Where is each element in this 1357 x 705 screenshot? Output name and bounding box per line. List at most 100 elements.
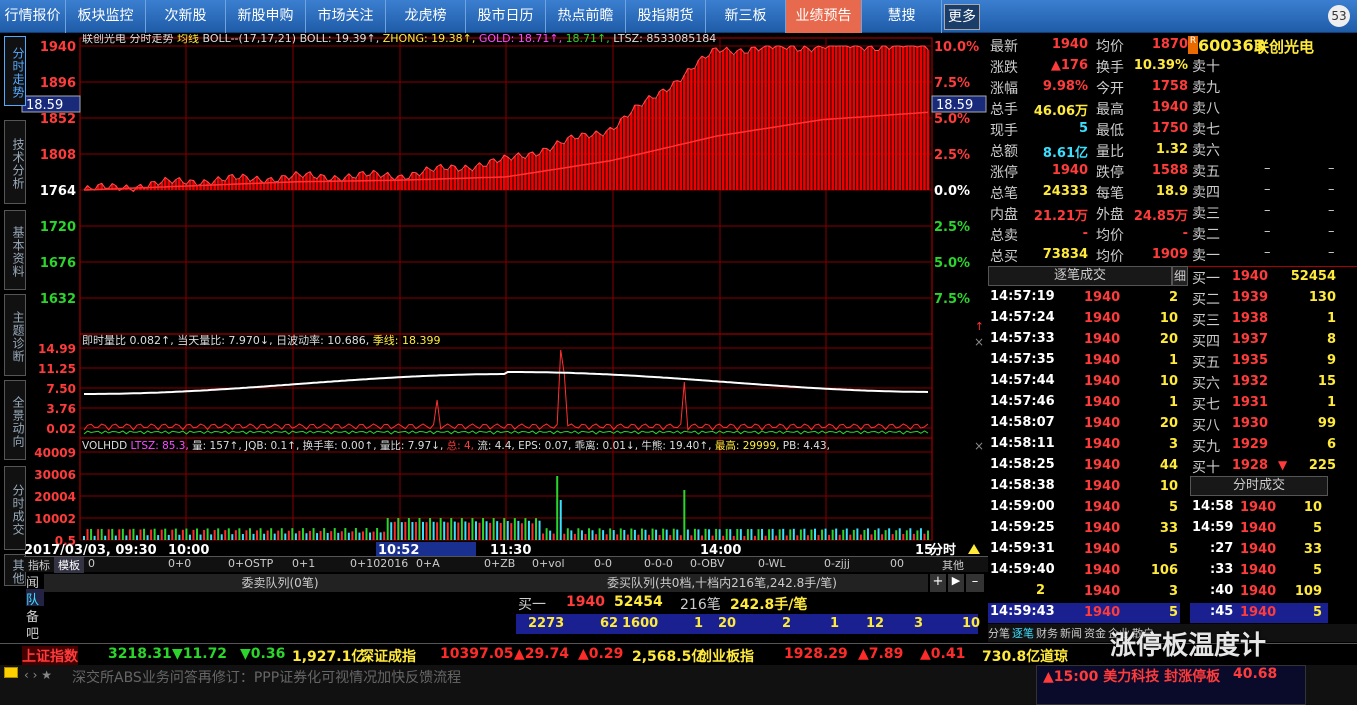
indicator-tab-5[interactable]: 0+1: [288, 557, 319, 570]
close-icon[interactable]: ×: [974, 335, 984, 349]
indicator-tab-2[interactable]: 0: [84, 557, 99, 570]
queue-side-tab-0[interactable]: 闻: [26, 572, 44, 591]
nav-tab-6[interactable]: 股市日历: [466, 0, 546, 33]
nav-tab-10[interactable]: 业绩预告: [786, 0, 862, 33]
trade-row[interactable]: 14:58:38 1940 10: [988, 477, 1180, 497]
trade-row[interactable]: 14:59:25 1940 33: [988, 519, 1180, 539]
indicator-tab-15[interactable]: 00: [886, 557, 908, 570]
nav-tab-4[interactable]: 市场关注: [306, 0, 386, 33]
nav-tab-9[interactable]: 新三板: [706, 0, 786, 33]
nav-tab-3[interactable]: 新股申购: [226, 0, 306, 33]
trade-row[interactable]: 14:59:31 1940 5: [988, 540, 1180, 560]
nav-arrows-icon[interactable]: ‹ › ★: [24, 668, 52, 682]
trades-detail-button[interactable]: 细: [1172, 266, 1188, 286]
side-tab-4[interactable]: 全景动向: [4, 380, 26, 460]
nav-tab-7[interactable]: 热点前瞻: [546, 0, 626, 33]
side-tab-3[interactable]: 主题诊断: [4, 294, 26, 376]
sell-level-label: 卖一: [1192, 248, 1220, 264]
indicator-tab-0[interactable]: 指标: [24, 557, 54, 573]
indicator-tab-8[interactable]: 0+ZB: [480, 557, 519, 570]
sell-level-label: 卖四: [1192, 185, 1220, 201]
stat-label: 换手: [1096, 60, 1124, 76]
indicator-tab-13[interactable]: 0-WL: [754, 557, 790, 570]
sh-index-name[interactable]: 上证指数: [22, 646, 78, 666]
trade-row[interactable]: 14:57:19 1940 2: [988, 288, 1180, 308]
side-tab-2[interactable]: 基本资料: [4, 210, 26, 290]
queue-side-tab-2[interactable]: 备: [26, 606, 44, 625]
quote-tab-0[interactable]: 分笔: [988, 625, 1010, 641]
trade-volume: 3: [1168, 437, 1178, 452]
ratio-axis-label: 14.99: [38, 342, 76, 356]
play-icon[interactable]: ▶: [948, 574, 964, 592]
mini-trade-row[interactable]: :40 1940 109: [1190, 582, 1328, 602]
trade-row[interactable]: 14:59:00 1940 5: [988, 498, 1180, 518]
scroll-up-icon[interactable]: ↑: [975, 320, 984, 333]
trade-row[interactable]: 2 1940 3: [988, 582, 1180, 602]
nav-tab-8[interactable]: 股指期货: [626, 0, 706, 33]
indicator-tab-4[interactable]: 0+OSTP: [224, 557, 277, 570]
queue-side-tab-1[interactable]: 队: [26, 589, 44, 608]
nav-more-button[interactable]: 更多: [944, 4, 980, 30]
sz-index-name[interactable]: 深证成指: [360, 646, 416, 666]
news-headline[interactable]: 深交所ABS业务问答再修订：PPP证券化可视情况加快反馈流程: [72, 667, 461, 687]
mini-trade-row[interactable]: :27 1940 33: [1190, 540, 1328, 560]
indicator-tab-9[interactable]: 0+vol: [528, 557, 569, 570]
nav-tab-1[interactable]: 板块监控: [66, 0, 146, 33]
mini-trade-row[interactable]: 14:58 1940 10: [1190, 498, 1328, 518]
nav-tab-5[interactable]: 龙虎榜: [386, 0, 466, 33]
stock-name: 联创光电: [1254, 38, 1315, 56]
queue-side-tab-3[interactable]: 吧: [26, 623, 44, 642]
alert-box[interactable]: ▲15:00 美力科技 封涨停板 40.68: [1036, 665, 1306, 705]
trade-time: 14:59:25: [990, 520, 1055, 535]
indicator-tab-11[interactable]: 0-0-0: [640, 557, 677, 570]
close-icon[interactable]: ×: [974, 439, 984, 453]
trade-row[interactable]: 14:58:11 1940 3: [988, 435, 1180, 455]
indicator-tab-10[interactable]: 0-0: [590, 557, 616, 570]
trade-row[interactable]: 14:58:07 1940 20: [988, 414, 1180, 434]
side-tab-0[interactable]: 分时走势: [4, 36, 26, 106]
trade-row[interactable]: 14:59:40 1940 106: [988, 561, 1180, 581]
buy-level-volume: 8: [1326, 332, 1336, 347]
trade-row[interactable]: 14:57:33 1940 20: [988, 330, 1180, 350]
minus-button[interactable]: –: [966, 574, 984, 592]
indicator-tab-7[interactable]: 0+A: [412, 557, 444, 570]
trade-row[interactable]: 14:57:35 1940 1: [988, 351, 1180, 371]
stat-value: 18.9: [1155, 184, 1188, 199]
quote-tab-1[interactable]: 逐笔: [1012, 625, 1034, 641]
side-tab-5[interactable]: 分时成交: [4, 466, 26, 550]
trade-row[interactable]: 14:59:43 1940 5: [988, 603, 1180, 623]
quote-tab-3[interactable]: 新闻: [1060, 625, 1082, 641]
mail-icon[interactable]: [4, 667, 18, 678]
indicator-tab-12[interactable]: 0-OBV: [686, 557, 729, 570]
indicator-tab-1[interactable]: 模板: [54, 557, 84, 573]
trade-row[interactable]: 14:57:46 1940 1: [988, 393, 1180, 413]
side-tab-6[interactable]: 其他: [4, 554, 26, 586]
mini-trade-row[interactable]: 14:59 1940 5: [1190, 519, 1328, 539]
quote-tab-4[interactable]: 资金: [1084, 625, 1106, 641]
nav-tab-0[interactable]: 行情报价: [0, 0, 66, 33]
cy-index-name[interactable]: 创业板指: [698, 646, 754, 666]
quote-tab-2[interactable]: 财务: [1036, 625, 1058, 641]
stat-label: 均价: [1096, 39, 1124, 55]
trade-row[interactable]: 14:57:44 1940 10: [988, 372, 1180, 392]
indicator-tab-16[interactable]: 其他: [938, 557, 968, 573]
side-tab-1[interactable]: 技术分析: [4, 120, 26, 204]
nav-tab-11[interactable]: 慧搜: [862, 0, 942, 33]
indicator-tab-3[interactable]: 0+0: [164, 557, 195, 570]
ratio-axis-label: 3.76: [46, 402, 76, 416]
price-axis-label: 1764: [40, 184, 76, 199]
trade-row[interactable]: 14:58:25 1940 44: [988, 456, 1180, 476]
nav-tab-2[interactable]: 次新股: [146, 0, 226, 33]
trade-price: 1940: [1084, 479, 1121, 494]
indicator-tab-6[interactable]: 0+102016: [346, 557, 412, 570]
window-badge[interactable]: 53: [1328, 5, 1350, 27]
indicator-tab-14[interactable]: 0-zjjj: [820, 557, 854, 570]
stat-label: 量比: [1096, 144, 1124, 160]
mini-trade-row[interactable]: :33 1940 5: [1190, 561, 1328, 581]
dj-index-name[interactable]: 道琼: [1040, 646, 1068, 666]
mini-trade-row[interactable]: :45 1940 5: [1190, 603, 1328, 623]
trade-row[interactable]: 14:57:24 1940 10: [988, 309, 1180, 329]
period-toggle-icon[interactable]: [968, 544, 980, 554]
intraday-chart[interactable]: 1940 1896 1852 1808 1764 1720 1676 1632 10.0% 7.5…: [0, 34, 988, 562]
add-button[interactable]: +: [930, 574, 946, 592]
